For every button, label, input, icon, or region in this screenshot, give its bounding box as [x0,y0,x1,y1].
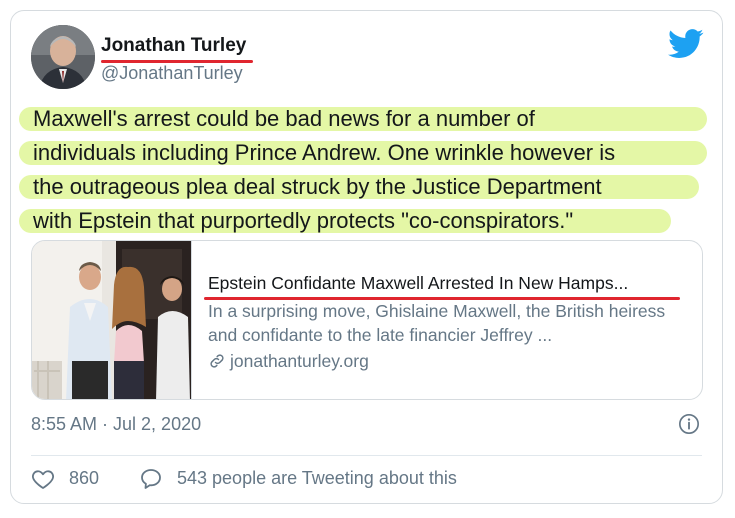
tweet-line-text: with Epstein that purportedly protects "… [33,208,574,233]
link-description: In a surprising move, Ghislaine Maxwell,… [208,301,666,345]
twitter-bird-icon[interactable] [668,29,704,59]
tweet-line: with Epstein that purportedly protects "… [19,205,709,239]
tweet-line: individuals including Prince Andrew. One… [19,137,709,171]
info-icon[interactable] [678,413,700,435]
tweet-timestamp[interactable]: 8:55 AM · Jul 2, 2020 [31,414,201,435]
tweet-line-text: individuals including Prince Andrew. One… [33,140,616,165]
tweet-actions: 860 543 people are Tweeting about this [31,465,711,495]
link-domain-text: jonathanturley.org [230,351,369,371]
reply-bubble-icon[interactable] [139,467,163,491]
tweet-line-text: the outrageous plea deal struck by the J… [33,174,602,199]
tweet-line-text: Maxwell's arrest could be bad news for a… [33,106,535,131]
link-preview-image[interactable] [32,241,192,399]
author-avatar[interactable] [31,25,95,89]
tweet-card: Jonathan Turley @JonathanTurley Maxwell'… [10,10,723,504]
link-title[interactable]: Epstein Confidante Maxwell Arrested In N… [208,273,628,294]
author-name[interactable]: Jonathan Turley [101,35,246,57]
divider [31,455,702,456]
link-preview-card[interactable]: Epstein Confidante Maxwell Arrested In N… [31,240,703,400]
heart-icon[interactable] [31,467,55,491]
tweet-line: Maxwell's arrest could be bad news for a… [19,103,709,137]
author-handle[interactable]: @JonathanTurley [101,63,243,84]
tweet-line: the outrageous plea deal struck by the J… [19,171,709,205]
like-count: 860 [69,468,100,488]
tweeting-about-text[interactable]: 543 people are Tweeting about this [177,468,457,489]
link-icon [210,354,224,368]
link-domain[interactable]: jonathanturley.org [208,351,369,372]
tweet-text: Maxwell's arrest could be bad news for a… [19,103,709,239]
